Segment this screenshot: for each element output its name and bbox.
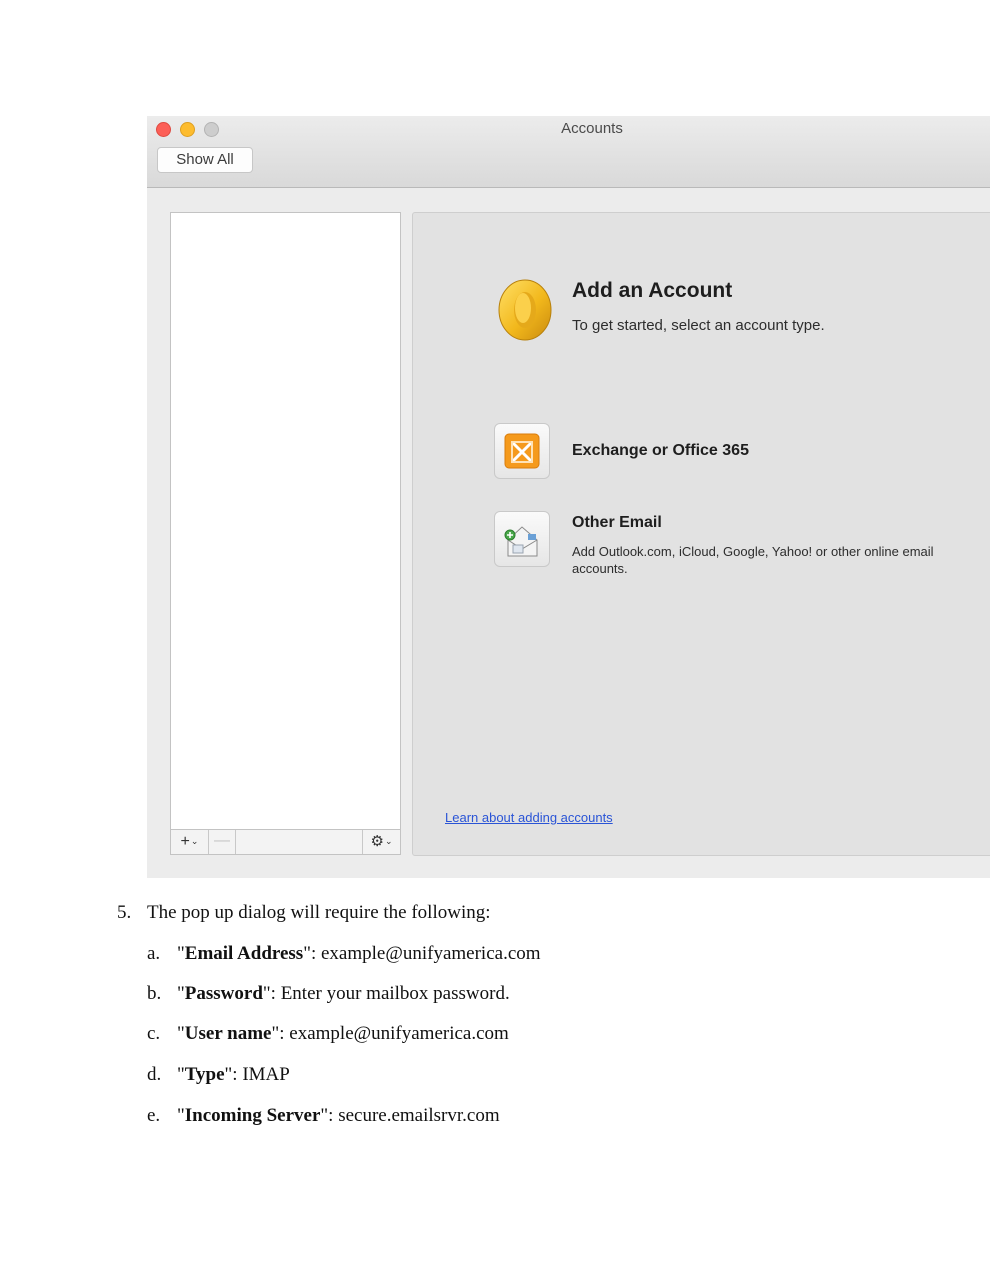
gear-icon: ⚙ bbox=[370, 833, 384, 850]
field-value: secure.emailsrvr.com bbox=[338, 1105, 500, 1126]
quote: " bbox=[177, 1064, 185, 1085]
list-marker: c. bbox=[147, 1023, 161, 1044]
quote: " bbox=[177, 983, 185, 1004]
other-email-option-button[interactable] bbox=[494, 511, 550, 567]
add-account-button[interactable]: +⌄ bbox=[171, 830, 209, 854]
list-marker: e. bbox=[147, 1105, 161, 1126]
other-email-option-label[interactable]: Other Email bbox=[572, 514, 662, 532]
accounts-window: Accounts Show All +⌄ — ⚙⌄ Add an Account… bbox=[147, 116, 990, 878]
plus-icon: + bbox=[180, 833, 190, 850]
add-account-title: Add an Account bbox=[572, 279, 733, 302]
quote: ": bbox=[271, 1023, 290, 1044]
other-email-icon bbox=[504, 526, 538, 557]
quote: ": bbox=[303, 943, 321, 964]
quote: " bbox=[177, 1105, 185, 1126]
chevron-down-icon: ⌄ bbox=[384, 836, 393, 846]
field-name: Email Address bbox=[184, 943, 304, 964]
exchange-option-button[interactable] bbox=[494, 423, 550, 479]
quote: " bbox=[177, 943, 185, 964]
field-name: User name bbox=[184, 1023, 272, 1044]
account-actions-button[interactable]: ⚙⌄ bbox=[362, 830, 400, 854]
other-email-description: Add Outlook.com, iCloud, Google, Yahoo! … bbox=[572, 544, 934, 576]
exchange-option-label[interactable]: Exchange or Office 365 bbox=[572, 442, 749, 460]
step-number: 5. bbox=[117, 902, 132, 923]
account-list[interactable]: +⌄ — ⚙⌄ bbox=[170, 212, 401, 855]
minus-icon: — bbox=[214, 832, 230, 849]
chevron-down-icon: ⌄ bbox=[190, 836, 199, 846]
field-name: Incoming Server bbox=[184, 1105, 321, 1126]
outlook-logo-icon bbox=[498, 279, 552, 341]
window-title: Accounts bbox=[561, 120, 623, 137]
add-account-subtitle: To get started, select an account type. bbox=[572, 317, 825, 334]
learn-about-adding-accounts-link[interactable]: Learn about adding accounts bbox=[445, 810, 613, 825]
list-marker: a. bbox=[147, 943, 161, 964]
quote: ": bbox=[320, 1105, 339, 1126]
remove-account-button[interactable]: — bbox=[209, 830, 236, 854]
list-marker: d. bbox=[147, 1064, 162, 1085]
field-name: Type bbox=[184, 1064, 225, 1085]
exchange-icon bbox=[504, 433, 540, 469]
list-marker: b. bbox=[147, 983, 162, 1004]
quote: ": bbox=[224, 1064, 243, 1085]
quote: ": bbox=[262, 983, 281, 1004]
field-value: example@unifyamerica.com bbox=[289, 1023, 509, 1044]
title-bar: Accounts Show All bbox=[147, 116, 990, 188]
field-value: example@unifyamerica.com bbox=[321, 943, 541, 964]
step-text: The pop up dialog will require the follo… bbox=[147, 902, 491, 923]
field-name: Password bbox=[184, 983, 263, 1004]
show-all-button[interactable]: Show All bbox=[157, 147, 253, 173]
quote: " bbox=[177, 1023, 185, 1044]
field-value: Enter your mailbox password. bbox=[280, 983, 510, 1004]
account-list-toolbar: +⌄ — ⚙⌄ bbox=[171, 829, 400, 854]
field-value: IMAP bbox=[242, 1064, 290, 1085]
